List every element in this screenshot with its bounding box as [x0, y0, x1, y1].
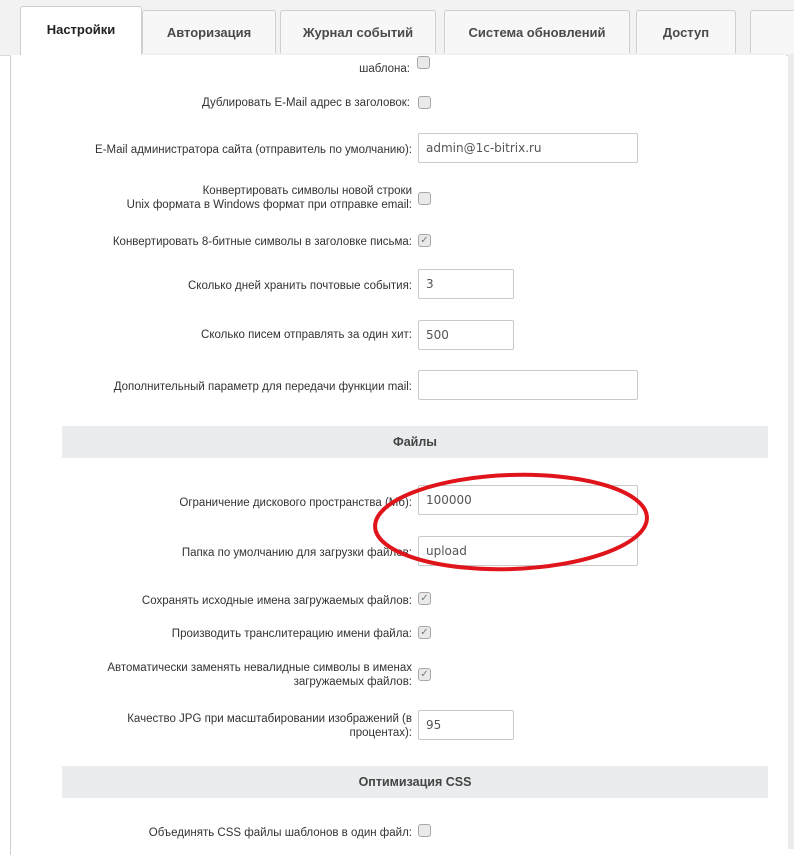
transliterate-checkbox[interactable]: ✓	[418, 626, 431, 639]
transliterate-label: Производить транслитерацию имени файла:	[171, 628, 412, 640]
convert-8bit-label: Конвертировать 8-битные символы в заголо…	[112, 236, 412, 248]
check-icon: ✓	[420, 234, 429, 246]
convert-newlines-label-line2: Unix формата в Windows формат при отправ…	[126, 199, 412, 211]
extra-param-input[interactable]	[418, 370, 638, 400]
section-files: Файлы	[62, 426, 768, 458]
tab-authorization[interactable]: Авторизация	[142, 10, 276, 53]
tab-access[interactable]: Доступ	[636, 10, 736, 53]
convert-newlines-label: Конвертировать символы новой строки Unix…	[40, 184, 412, 212]
admin-email-label: E-Mail администратора сайта (отправитель…	[95, 144, 412, 156]
days-keep-input[interactable]	[418, 269, 514, 299]
replace-invalid-label-line2: загружаемых файлов:	[293, 676, 412, 688]
tab-bar: Настройки Авторизация Журнал событий Сис…	[0, 0, 794, 56]
tab-access-label: Доступ	[662, 24, 710, 40]
tab-update-system-label: Система обновлений	[468, 24, 606, 40]
tab-event-log-label: Журнал событий	[302, 24, 414, 40]
tab-settings-label: Настройки	[46, 22, 116, 37]
jpg-quality-label-line1: Качество JPG при масштабировании изображ…	[127, 713, 412, 725]
check-icon: ✓	[420, 626, 429, 638]
check-icon: ✓	[420, 592, 429, 604]
jpg-quality-label: Качество JPG при масштабировании изображ…	[40, 712, 412, 740]
section-files-title: Файлы	[393, 435, 437, 449]
replace-invalid-checkbox[interactable]: ✓	[418, 668, 431, 681]
tab-settings[interactable]: Настройки	[20, 6, 142, 56]
days-keep-label: Сколько дней хранить почтовые события:	[187, 280, 412, 292]
duplicate-email-label: Дублировать E-Mail адрес в заголовок:	[201, 97, 410, 109]
replace-invalid-label-line1: Автоматически заменять невалидные символ…	[107, 662, 412, 674]
keep-names-label: Сохранять исходные имена загружаемых фай…	[141, 595, 412, 607]
convert-newlines-label-line1: Конвертировать символы новой строки	[202, 185, 412, 197]
template-label-fragment: шаблона:	[359, 63, 410, 75]
tab-update-system[interactable]: Система обновлений	[444, 10, 630, 53]
scrollbar[interactable]	[788, 55, 794, 849]
per-hit-input[interactable]	[418, 320, 514, 350]
jpg-quality-label-line2: процентах):	[349, 727, 412, 739]
check-icon: ✓	[420, 668, 429, 680]
convert-8bit-checkbox[interactable]: ✓	[418, 234, 431, 247]
section-css-title: Оптимизация CSS	[358, 775, 472, 789]
keep-names-checkbox[interactable]: ✓	[418, 592, 431, 605]
replace-invalid-label: Автоматически заменять невалидные символ…	[40, 661, 412, 689]
disk-limit-label: Ограничение дискового пространства (Мб):	[179, 497, 412, 509]
extra-param-label: Дополнительный параметр для передачи фун…	[113, 381, 412, 393]
section-css-optimization: Оптимизация CSS	[62, 766, 768, 798]
tab-event-log[interactable]: Журнал событий	[280, 10, 436, 53]
convert-newlines-checkbox[interactable]	[418, 192, 431, 205]
annotation-ellipse	[373, 472, 649, 572]
tab-overflow[interactable]	[750, 10, 794, 53]
jpg-quality-input[interactable]	[418, 710, 514, 740]
upload-dir-label: Папка по умолчанию для загрузки файлов:	[181, 547, 412, 559]
duplicate-email-checkbox[interactable]	[418, 96, 431, 109]
per-hit-label: Сколько писем отправлять за один хит:	[201, 329, 412, 341]
tab-authorization-label: Авторизация	[166, 24, 252, 40]
admin-email-input[interactable]	[418, 133, 638, 163]
combine-css-checkbox[interactable]	[418, 824, 431, 837]
combine-css-label: Объединять CSS файлы шаблонов в один фай…	[148, 827, 412, 839]
template-checkbox[interactable]	[417, 56, 430, 69]
